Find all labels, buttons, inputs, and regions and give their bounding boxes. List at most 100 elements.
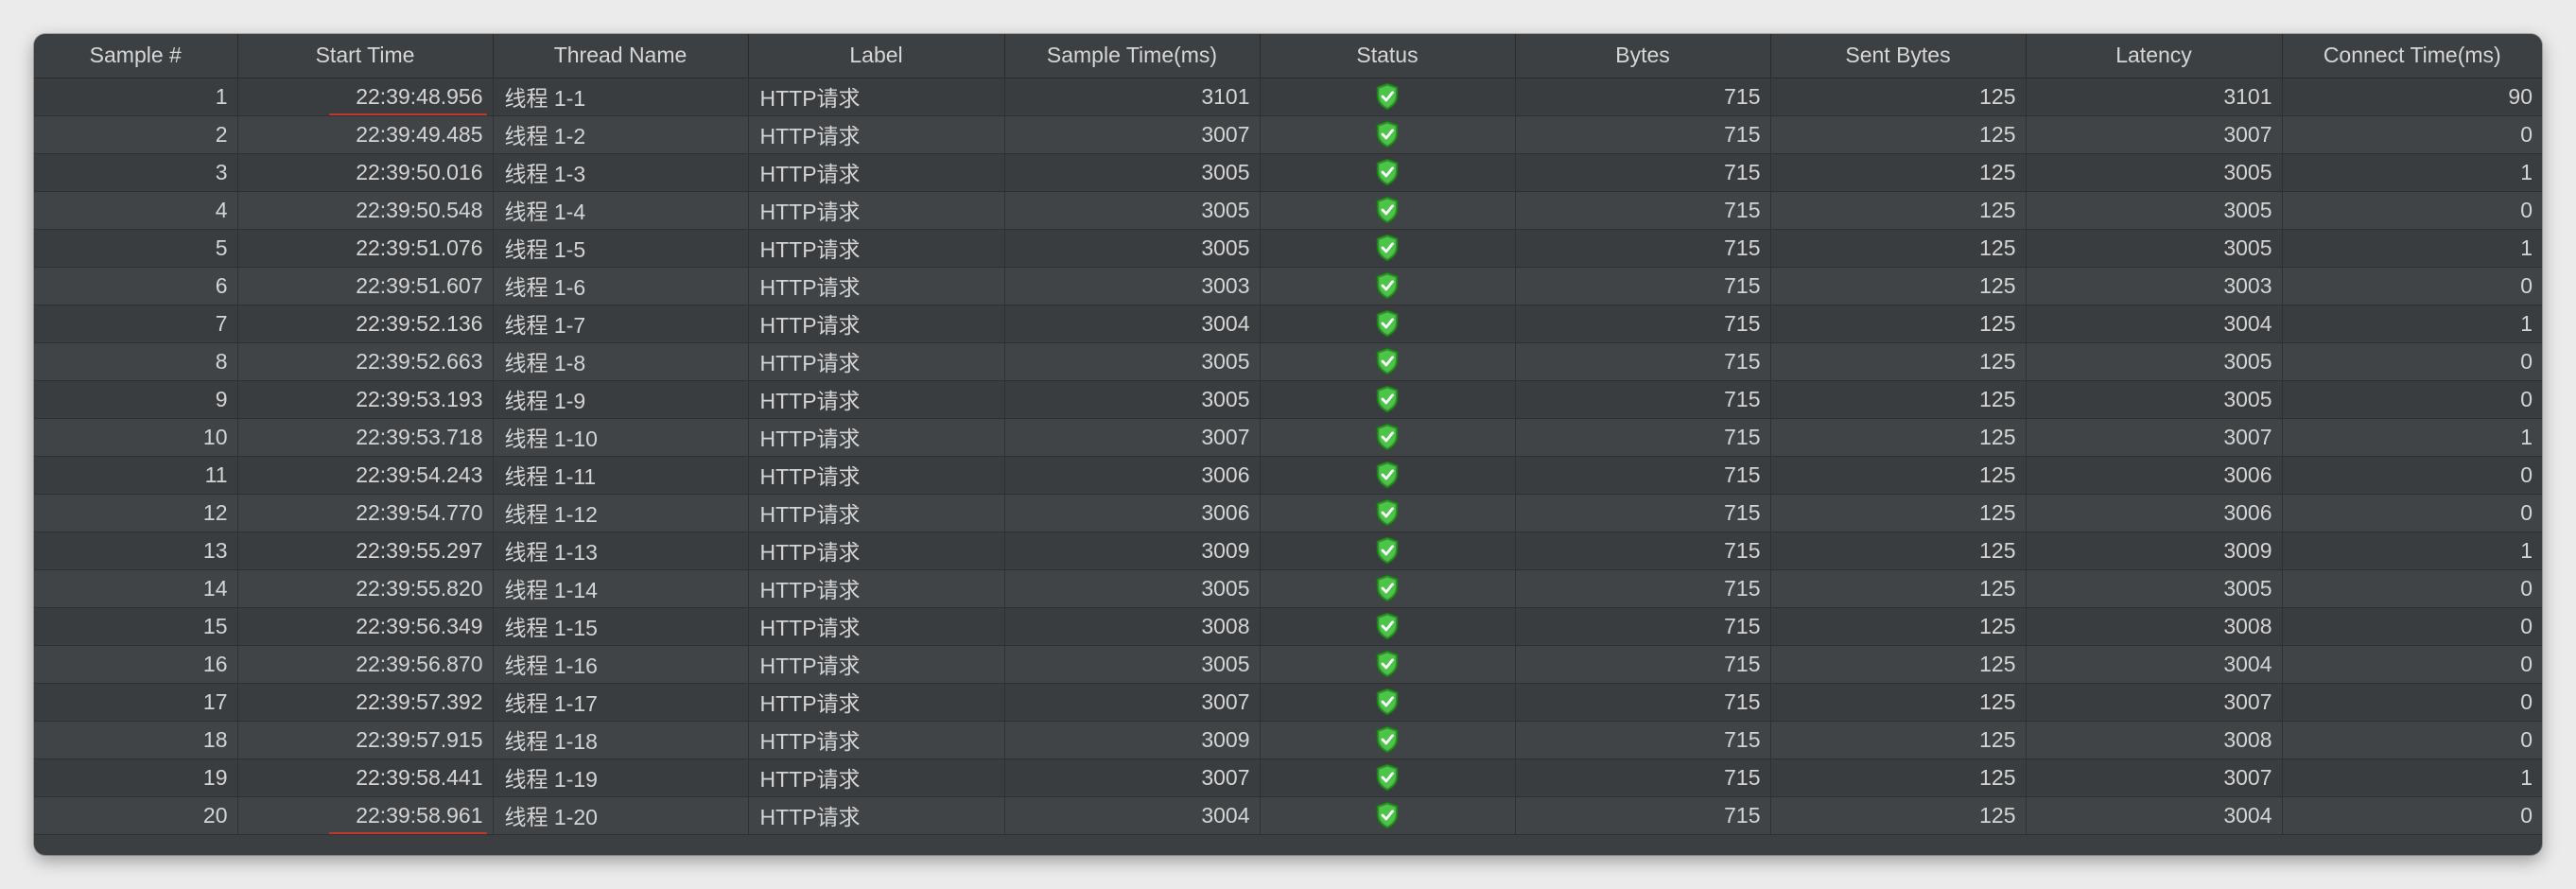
cell-thread-name: 线程 1-20 — [493, 796, 749, 835]
table-row[interactable]: 14 22:39:55.820 线程 1-14 HTTP请求 3005 715 125 300… — [34, 569, 2542, 608]
cell-sent-bytes: 125 — [1770, 267, 2027, 305]
cell-thread-name: 线程 1-1 — [493, 78, 749, 116]
cell-label: HTTP请求 — [748, 569, 1005, 608]
success-shield-check-icon — [1375, 196, 1400, 224]
cell-latency: 3005 — [2026, 191, 2283, 230]
column-header-connect-time[interactable]: Connect Time(ms) — [2282, 34, 2542, 78]
start-time-text: 22:39:58.961 — [329, 803, 487, 833]
cell-sample-number: 10 — [34, 418, 238, 457]
cell-connect-time: 0 — [2282, 115, 2542, 154]
table-row[interactable]: 7 22:39:52.136 线程 1-7 HTTP请求 3004 715 125 3004 1 — [34, 305, 2542, 343]
success-shield-check-icon — [1375, 725, 1400, 754]
table-row[interactable]: 20 22:39:58.961 线程 1-20 HTTP请求 3004 715 125 300… — [34, 796, 2542, 835]
start-time-text: 22:39:51.607 — [356, 272, 483, 298]
cell-label: HTTP请求 — [748, 645, 1005, 684]
table-row[interactable]: 12 22:39:54.770 线程 1-12 HTTP请求 3006 715 125 300… — [34, 494, 2542, 532]
cell-sample-time: 3005 — [1004, 569, 1261, 608]
cell-sample-time: 3005 — [1004, 342, 1261, 381]
success-shield-check-icon — [1375, 82, 1400, 111]
start-time-text: 22:39:57.392 — [356, 689, 483, 714]
cell-latency: 3008 — [2026, 721, 2283, 759]
cell-sample-time: 3006 — [1004, 456, 1261, 495]
success-shield-check-icon — [1375, 120, 1400, 148]
cell-status — [1260, 645, 1516, 684]
cell-latency: 3007 — [2026, 683, 2283, 722]
cell-connect-time: 0 — [2282, 342, 2542, 381]
success-shield-check-icon — [1375, 271, 1400, 300]
table-row[interactable]: 19 22:39:58.441 线程 1-19 HTTP请求 3007 715 125 300… — [34, 758, 2542, 797]
table-row[interactable]: 13 22:39:55.297 线程 1-13 HTTP请求 3009 715 125 300… — [34, 532, 2542, 570]
cell-thread-name: 线程 1-13 — [493, 532, 749, 570]
start-time-text: 22:39:52.663 — [356, 348, 483, 374]
column-header-latency[interactable]: Latency — [2026, 34, 2283, 78]
cell-status — [1260, 607, 1516, 646]
table-row[interactable]: 8 22:39:52.663 线程 1-8 HTTP请求 3005 715 125 3005 0 — [34, 342, 2542, 381]
column-header-thread-name[interactable]: Thread Name — [493, 34, 749, 78]
cell-latency: 3004 — [2026, 305, 2283, 343]
table-row[interactable]: 10 22:39:53.718 线程 1-10 HTTP请求 3007 715 125 300… — [34, 418, 2542, 457]
cell-connect-time: 1 — [2282, 758, 2542, 797]
cell-sample-number: 13 — [34, 532, 238, 570]
cell-sent-bytes: 125 — [1770, 796, 2027, 835]
cell-bytes: 715 — [1515, 569, 1771, 608]
table-row[interactable]: 11 22:39:54.243 线程 1-11 HTTP请求 3006 715 125 300… — [34, 456, 2542, 495]
table-row[interactable]: 4 22:39:50.548 线程 1-4 HTTP请求 3005 715 125 3005 0 — [34, 191, 2542, 230]
column-header-sent-bytes[interactable]: Sent Bytes — [1770, 34, 2027, 78]
start-time-text: 22:39:56.349 — [356, 613, 483, 638]
cell-start-time: 22:39:57.915 — [237, 721, 494, 759]
cell-latency: 3101 — [2026, 78, 2283, 116]
table-row[interactable]: 3 22:39:50.016 线程 1-3 HTTP请求 3005 715 125 3005 1 — [34, 153, 2542, 192]
column-header-status[interactable]: Status — [1260, 34, 1516, 78]
table-row[interactable]: 17 22:39:57.392 线程 1-17 HTTP请求 3007 715 125 300… — [34, 683, 2542, 722]
column-header-sample-time[interactable]: Sample Time(ms) — [1004, 34, 1261, 78]
table-row[interactable]: 2 22:39:49.485 线程 1-2 HTTP请求 3007 715 125 3007 0 — [34, 115, 2542, 154]
cell-thread-name: 线程 1-5 — [493, 229, 749, 268]
cell-latency: 3007 — [2026, 115, 2283, 154]
cell-thread-name: 线程 1-2 — [493, 115, 749, 154]
cell-label: HTTP请求 — [748, 380, 1005, 419]
cell-status — [1260, 153, 1516, 192]
table-row[interactable]: 6 22:39:51.607 线程 1-6 HTTP请求 3003 715 125 3003 0 — [34, 267, 2542, 305]
start-time-text: 22:39:53.718 — [356, 424, 483, 449]
success-shield-check-icon — [1375, 801, 1400, 829]
cell-bytes: 715 — [1515, 456, 1771, 495]
cell-connect-time: 0 — [2282, 721, 2542, 759]
cell-bytes: 715 — [1515, 191, 1771, 230]
cell-bytes: 715 — [1515, 645, 1771, 684]
table-row[interactable]: 15 22:39:56.349 线程 1-15 HTTP请求 3008 715 125 300… — [34, 607, 2542, 646]
cell-bytes: 715 — [1515, 267, 1771, 305]
cell-start-time: 22:39:55.820 — [237, 569, 494, 608]
cell-sent-bytes: 125 — [1770, 305, 2027, 343]
column-header-bytes[interactable]: Bytes — [1515, 34, 1771, 78]
table-row[interactable]: 1 22:39:48.956 线程 1-1 HTTP请求 3101 715 125 3101 9… — [34, 78, 2542, 116]
cell-connect-time: 1 — [2282, 229, 2542, 268]
success-shield-check-icon — [1375, 234, 1400, 262]
cell-sent-bytes: 125 — [1770, 532, 2027, 570]
cell-sent-bytes: 125 — [1770, 645, 2027, 684]
column-header-start-time[interactable]: Start Time — [237, 34, 494, 78]
cell-sent-bytes: 125 — [1770, 115, 2027, 154]
cell-sample-time: 3007 — [1004, 683, 1261, 722]
cell-status — [1260, 191, 1516, 230]
cell-label: HTTP请求 — [748, 115, 1005, 154]
cell-status — [1260, 721, 1516, 759]
table-row[interactable]: 5 22:39:51.076 线程 1-5 HTTP请求 3005 715 125 3005 1 — [34, 229, 2542, 268]
cell-sample-number: 11 — [34, 456, 238, 495]
table-row[interactable]: 16 22:39:56.870 线程 1-16 HTTP请求 3005 715 125 300… — [34, 645, 2542, 684]
cell-sample-number: 2 — [34, 115, 238, 154]
table-row[interactable]: 18 22:39:57.915 线程 1-18 HTTP请求 3009 715 125 300… — [34, 721, 2542, 759]
cell-label: HTTP请求 — [748, 796, 1005, 835]
cell-label: HTTP请求 — [748, 418, 1005, 457]
table-row[interactable]: 9 22:39:53.193 线程 1-9 HTTP请求 3005 715 125 3005 0 — [34, 380, 2542, 419]
column-header-sample-number[interactable]: Sample # — [34, 34, 238, 78]
start-time-text: 22:39:55.297 — [356, 537, 483, 563]
cell-status — [1260, 456, 1516, 495]
cell-label: HTTP请求 — [748, 191, 1005, 230]
cell-sample-number: 1 — [34, 78, 238, 116]
cell-sent-bytes: 125 — [1770, 380, 2027, 419]
start-time-text: 22:39:54.770 — [356, 499, 483, 525]
column-header-label[interactable]: Label — [748, 34, 1005, 78]
cell-start-time: 22:39:48.956 — [237, 78, 494, 116]
cell-sample-time: 3004 — [1004, 796, 1261, 835]
results-table: Sample # Start Time Thread Name Label Sa… — [34, 34, 2542, 835]
